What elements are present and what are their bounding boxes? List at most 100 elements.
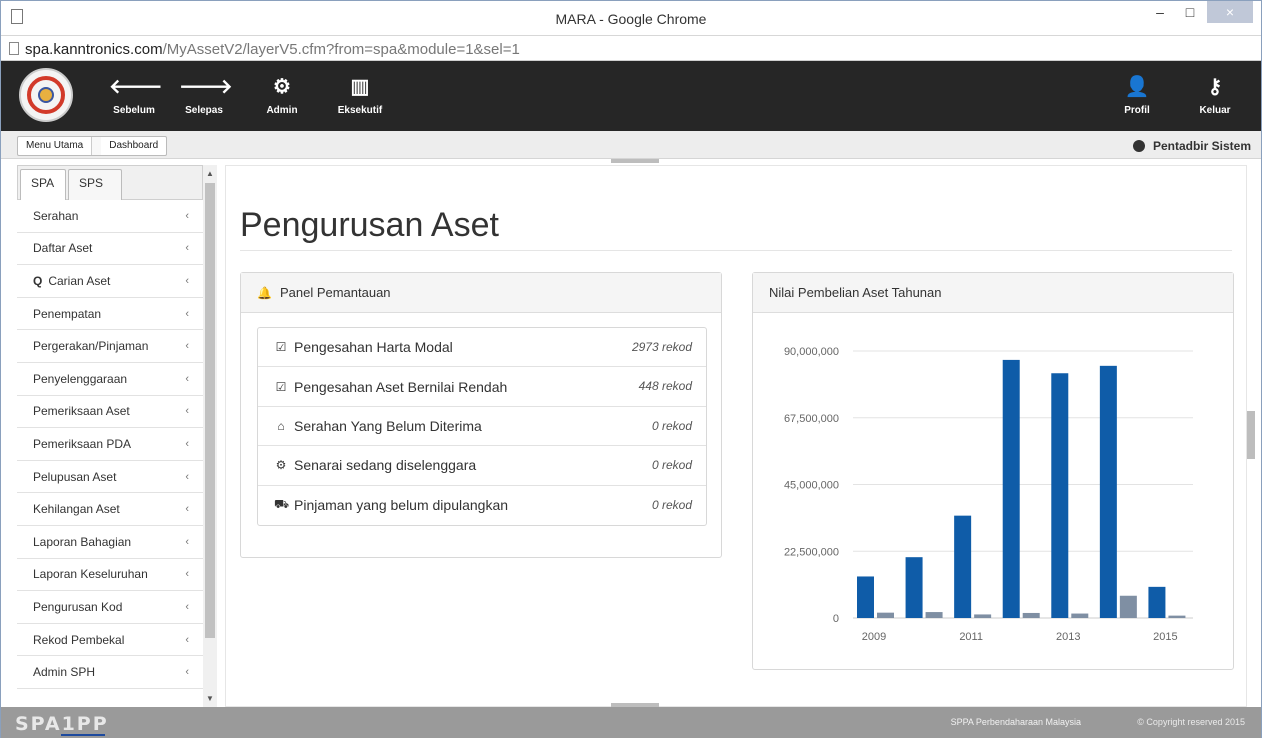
footer: SPA1PP SPPA Perbendaharaan Malaysia © Co… <box>1 707 1261 738</box>
x-tick-label: 2011 <box>959 631 983 643</box>
bar-2010-s1[interactable] <box>925 612 943 618</box>
user-icon: 👤 <box>1124 76 1150 98</box>
nav-keluar-label: Keluar <box>1199 105 1231 116</box>
sidebar-item-serahan[interactable]: Serahan ‹ <box>17 200 203 233</box>
y-tick-label: 67,500,000 <box>784 413 839 425</box>
url-path: /MyAssetV2/layerV5.cfm?from=spa&module=1… <box>162 41 520 58</box>
sidebar-tabs: SPA SPS <box>17 165 203 200</box>
sidebar-item-label: Serahan <box>33 208 79 223</box>
bar-2013-s0[interactable] <box>1051 373 1069 618</box>
nav-selepas-button[interactable]: 🡒 Selepas <box>179 75 233 116</box>
bar-2014-s1[interactable] <box>1119 595 1137 618</box>
chevron-left-icon: ‹ <box>185 242 189 255</box>
sidebar-item-label: Pemeriksaan Aset <box>33 404 130 419</box>
list-item[interactable]: ☑ Pengesahan Aset Bernilai Rendah 448 reko… <box>258 367 706 407</box>
chevron-left-icon: ‹ <box>185 633 189 646</box>
chart-panel-header: Nilai Pembelian Aset Tahunan <box>753 273 1233 313</box>
monitoring-panel-header: 🔔 Panel Pemantauan <box>241 273 721 313</box>
bar-2015-s1[interactable] <box>1168 615 1186 618</box>
bar-2011-s0[interactable] <box>954 515 972 618</box>
cart-icon: ⛟ <box>274 497 290 512</box>
minimize-button[interactable]: – <box>1145 1 1175 23</box>
scroll-down-icon[interactable]: ▼ <box>206 694 214 703</box>
sidebar-item-pergerakan-pinjaman[interactable]: Pergerakan/Pinjaman ‹ <box>17 330 203 363</box>
scroll-thumb[interactable] <box>205 183 215 638</box>
y-tick-label: 45,000,000 <box>784 480 839 492</box>
breadcrumb-dashboard[interactable]: Dashboard <box>101 137 166 155</box>
sidebar-item-pemeriksaan-pda[interactable]: Pemeriksaan PDA ‹ <box>17 428 203 461</box>
list-item[interactable]: ☑ Pengesahan Harta Modal 2973 rekod <box>258 328 706 368</box>
bar-2014-s0[interactable] <box>1099 365 1117 618</box>
monitoring-panel-title: Panel Pemantauan <box>279 285 391 300</box>
sidebar-item-label: Penempatan <box>33 306 102 321</box>
chevron-left-icon: ‹ <box>185 437 189 450</box>
right-resize-handle[interactable] <box>1247 411 1255 459</box>
sidebar-item-label: Laporan Bahagian <box>33 534 132 549</box>
tab-spa[interactable]: SPA <box>20 169 66 200</box>
sidebar: SPA SPS Serahan ‹ Daftar Aset ‹ Q Carian As… <box>17 165 203 707</box>
gears-icon: ⚙ <box>273 76 291 98</box>
sidebar-item-laporan-keseluruhan[interactable]: Laporan Keseluruhan ‹ <box>17 559 203 592</box>
sidebar-item-penempatan[interactable]: Penempatan ‹ <box>17 298 203 331</box>
top-resize-handle[interactable] <box>611 159 659 163</box>
sidebar-item-laporan-bahagian[interactable]: Laporan Bahagian ‹ <box>17 526 203 559</box>
bar-2012-s1[interactable] <box>1022 612 1040 618</box>
bar-2012-s0[interactable] <box>1002 359 1020 618</box>
close-button[interactable]: × <box>1207 1 1253 23</box>
sidebar-item-carian-aset[interactable]: Q Carian Aset ‹ <box>17 265 203 298</box>
current-user[interactable]: Pentadbir Sistem <box>1132 139 1251 153</box>
sidebar-item-pengurusan-kod[interactable]: Pengurusan Kod ‹ <box>17 591 203 624</box>
sidebar-scrollbar[interactable]: ▲ ▼ <box>203 165 217 707</box>
list-item[interactable]: ⛟ Pinjaman yang belum dipulangkan 0 rekod <box>258 486 706 525</box>
sidebar-item-label: Pergerakan/Pinjaman <box>33 339 149 354</box>
list-item-label: Senarai sedang diselenggara <box>294 457 477 474</box>
sidebar-item-label: Pemeriksaan PDA <box>33 436 132 451</box>
chevron-left-icon: ‹ <box>185 470 189 483</box>
sidebar-item-rekod-pembekal[interactable]: Rekod Pembekal ‹ <box>17 624 203 657</box>
bar-2011-s1[interactable] <box>974 614 992 618</box>
list-item[interactable]: ⌂ Serahan Yang Belum Diterima 0 rekod <box>258 407 706 447</box>
y-tick-label: 0 <box>833 613 839 625</box>
sidebar-item-label: Rekod Pembekal <box>33 632 125 647</box>
scroll-up-icon[interactable]: ▲ <box>206 169 214 178</box>
address-bar[interactable]: spa.kanntronics.com/MyAssetV2/layerV5.cf… <box>1 35 1261 61</box>
mara-logo <box>19 68 73 122</box>
nav-profil-button[interactable]: 👤 Profil <box>1117 75 1157 116</box>
sidebar-item-penyelenggaraan[interactable]: Penyelenggaraan ‹ <box>17 363 203 396</box>
nav-eksekutif-button[interactable]: ▥ Eksekutif <box>335 75 385 116</box>
sidebar-item-kehilangan-aset[interactable]: Kehilangan Aset ‹ <box>17 493 203 526</box>
sidebar-item-label: Admin SPH <box>33 665 96 680</box>
sidebar-item-daftar-aset[interactable]: Daftar Aset ‹ <box>17 233 203 266</box>
nav-keluar-button[interactable]: ⚷ Keluar <box>1193 75 1237 116</box>
sidebar-item-pelupusan-aset[interactable]: Pelupusan Aset ‹ <box>17 461 203 494</box>
inbox-icon: ⌂ <box>277 418 285 433</box>
monitoring-list: ☑ Pengesahan Harta Modal 2973 rekod ☑ Penge… <box>257 327 707 526</box>
x-tick-label: 2009 <box>862 631 886 643</box>
chart-panel-title: Nilai Pembelian Aset Tahunan <box>769 285 942 300</box>
chevron-left-icon: ‹ <box>185 568 189 581</box>
tab-sps[interactable]: SPS <box>68 169 122 200</box>
bar-2010-s0[interactable] <box>905 557 923 618</box>
bar-2013-s1[interactable] <box>1071 613 1089 618</box>
footer-organization: SPPA Perbendaharaan Malaysia <box>950 717 1081 727</box>
chevron-left-icon: ‹ <box>185 209 189 222</box>
sidebar-item-pemeriksaan-aset[interactable]: Pemeriksaan Aset ‹ <box>17 396 203 429</box>
nav-sebelum-button[interactable]: 🡐 Sebelum <box>109 75 163 116</box>
bar-2009-s0[interactable] <box>857 576 874 618</box>
maximize-button[interactable]: □ <box>1175 1 1205 23</box>
sidebar-item-label: Pengurusan Kod <box>33 599 123 614</box>
chevron-left-icon: ‹ <box>185 405 189 418</box>
user-name: Pentadbir Sistem <box>1152 139 1251 153</box>
list-item[interactable]: ⚙ Senarai sedang diselenggara 0 rekod <box>258 446 706 486</box>
url-text[interactable]: spa.kanntronics.com/MyAssetV2/layerV5.cf… <box>25 41 520 58</box>
y-tick-label: 22,500,000 <box>784 546 839 558</box>
nav-admin-button[interactable]: ⚙ Admin <box>260 75 304 116</box>
breadcrumb-bar: Menu Utama Dashboard Pentadbir Sistem <box>1 131 1261 159</box>
bar-2015-s0[interactable] <box>1148 586 1166 618</box>
sidebar-item-admin-sph[interactable]: Admin SPH ‹ <box>17 656 203 689</box>
sidebar-item-label: Kehilangan Aset <box>33 502 120 517</box>
bar-2009-s1[interactable] <box>877 612 894 618</box>
breadcrumb-menu-utama[interactable]: Menu Utama <box>18 137 91 155</box>
chevron-left-icon: ‹ <box>185 307 189 320</box>
user-icon <box>1132 140 1145 152</box>
